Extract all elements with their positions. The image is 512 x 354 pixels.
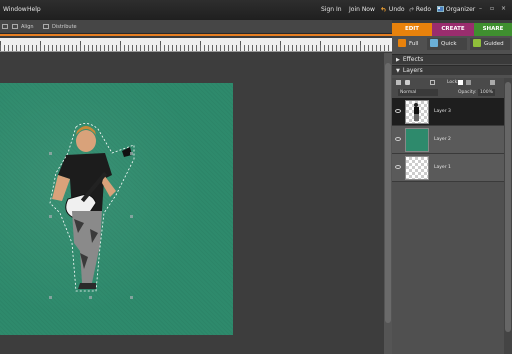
canvas-vertical-scrollbar[interactable] (384, 53, 392, 354)
layer-thumbnail (405, 156, 429, 180)
guitarist-thumbnail-icon (414, 103, 419, 121)
layer-controls: Lock: Normal Opacity: 100% (392, 78, 504, 98)
redo-label: Redo (415, 6, 431, 13)
guitarist-figure[interactable] (0, 83, 233, 335)
effects-panel-header[interactable]: ▶ Effects (392, 54, 512, 64)
view-full-button[interactable]: Full (398, 38, 418, 50)
lock-label: Lock: (447, 80, 459, 85)
organizer-button[interactable]: Organizer (437, 6, 475, 13)
layers-panel-header[interactable]: ▼ Layers (392, 65, 512, 75)
document-workspace[interactable] (0, 53, 384, 354)
link-icon[interactable] (430, 80, 435, 85)
new-layer-icon[interactable] (396, 80, 401, 85)
layers-scrollbar-thumb[interactable] (505, 82, 511, 332)
opacity-label: Opacity: (458, 90, 477, 95)
join-now-link[interactable]: Join Now (349, 6, 375, 13)
layer-name: Layer 2 (434, 137, 451, 142)
layers-scrollbar[interactable] (504, 78, 512, 354)
tab-create[interactable]: CREATE (432, 23, 474, 36)
quick-fix-icon (430, 39, 438, 47)
maximize-button[interactable]: ▫ (490, 5, 494, 12)
eye-icon[interactable] (395, 137, 401, 141)
opacity-input[interactable]: 100% (478, 89, 495, 96)
trash-icon[interactable] (490, 80, 495, 85)
move-options[interactable] (2, 24, 11, 30)
view-full-label: Full (409, 41, 419, 47)
layer-thumbnail (405, 128, 429, 152)
align-icon (12, 24, 18, 29)
view-quick-button[interactable]: Quick (427, 38, 467, 50)
undo-button[interactable]: Undo (381, 6, 405, 13)
close-button[interactable]: × (501, 5, 506, 12)
options-accent-line (0, 34, 392, 36)
minimize-button[interactable]: – (479, 5, 482, 12)
effects-title: Effects (402, 56, 424, 63)
collapse-triangle-icon: ▼ (396, 68, 400, 74)
arrange-icon (2, 24, 8, 29)
layer-row-2[interactable]: Layer 2 (392, 126, 504, 154)
menu-window[interactable]: Window (3, 6, 27, 13)
blend-mode-select[interactable]: Normal (398, 89, 438, 96)
tab-edit[interactable]: EDIT (392, 23, 432, 36)
panel-bin: Full Quick Guided ▶ Effects ▼ Layers Lock:… (392, 36, 512, 354)
layer-thumbnail (405, 100, 429, 124)
layers-title: Layers (402, 67, 423, 74)
eye-icon[interactable] (395, 165, 401, 169)
full-edit-icon (398, 39, 406, 47)
guided-icon (473, 39, 481, 47)
lock-transparency-icon[interactable] (458, 80, 463, 85)
distribute-label: Distribute (52, 24, 77, 30)
align-label: Align (21, 24, 34, 30)
distribute-icon (43, 24, 49, 29)
undo-icon (381, 6, 386, 12)
view-guided-button[interactable]: Guided (470, 38, 510, 50)
distribute-menu[interactable]: Distribute (43, 24, 77, 30)
organizer-label: Organizer (445, 6, 476, 13)
view-quick-label: Quick (441, 41, 457, 47)
sign-in-link[interactable]: Sign In (321, 6, 342, 13)
view-guided-label: Guided (484, 41, 504, 47)
scrollbar-thumb[interactable] (385, 63, 391, 323)
ruler-minor-ticks (0, 45, 392, 51)
layer-name: Layer 1 (434, 165, 451, 170)
photoshop-elements-window: Window Help Sign In Join Now Undo Redo O… (0, 0, 512, 354)
eye-icon[interactable] (395, 109, 401, 113)
menu-help[interactable]: Help (27, 6, 41, 13)
align-menu[interactable]: Align (12, 24, 34, 30)
adjustment-layer-icon[interactable] (405, 80, 410, 85)
image-canvas[interactable] (0, 83, 233, 335)
redo-button[interactable]: Redo (408, 6, 431, 13)
layer-row-3[interactable]: Layer 3 (392, 98, 504, 126)
expand-triangle-icon: ▶ (396, 57, 400, 63)
organizer-icon (437, 6, 444, 12)
redo-icon (409, 6, 414, 12)
tab-share[interactable]: SHARE (474, 23, 512, 36)
layer-name: Layer 3 (434, 109, 451, 114)
undo-label: Undo (388, 6, 405, 13)
horizontal-ruler (0, 38, 392, 52)
lock-icon[interactable] (466, 80, 471, 85)
menu-bar: Window Help Sign In Join Now Undo Redo O… (0, 0, 512, 20)
tool-options-bar: Align Distribute (0, 20, 392, 34)
layer-row-1[interactable]: Layer 1 (392, 154, 504, 182)
